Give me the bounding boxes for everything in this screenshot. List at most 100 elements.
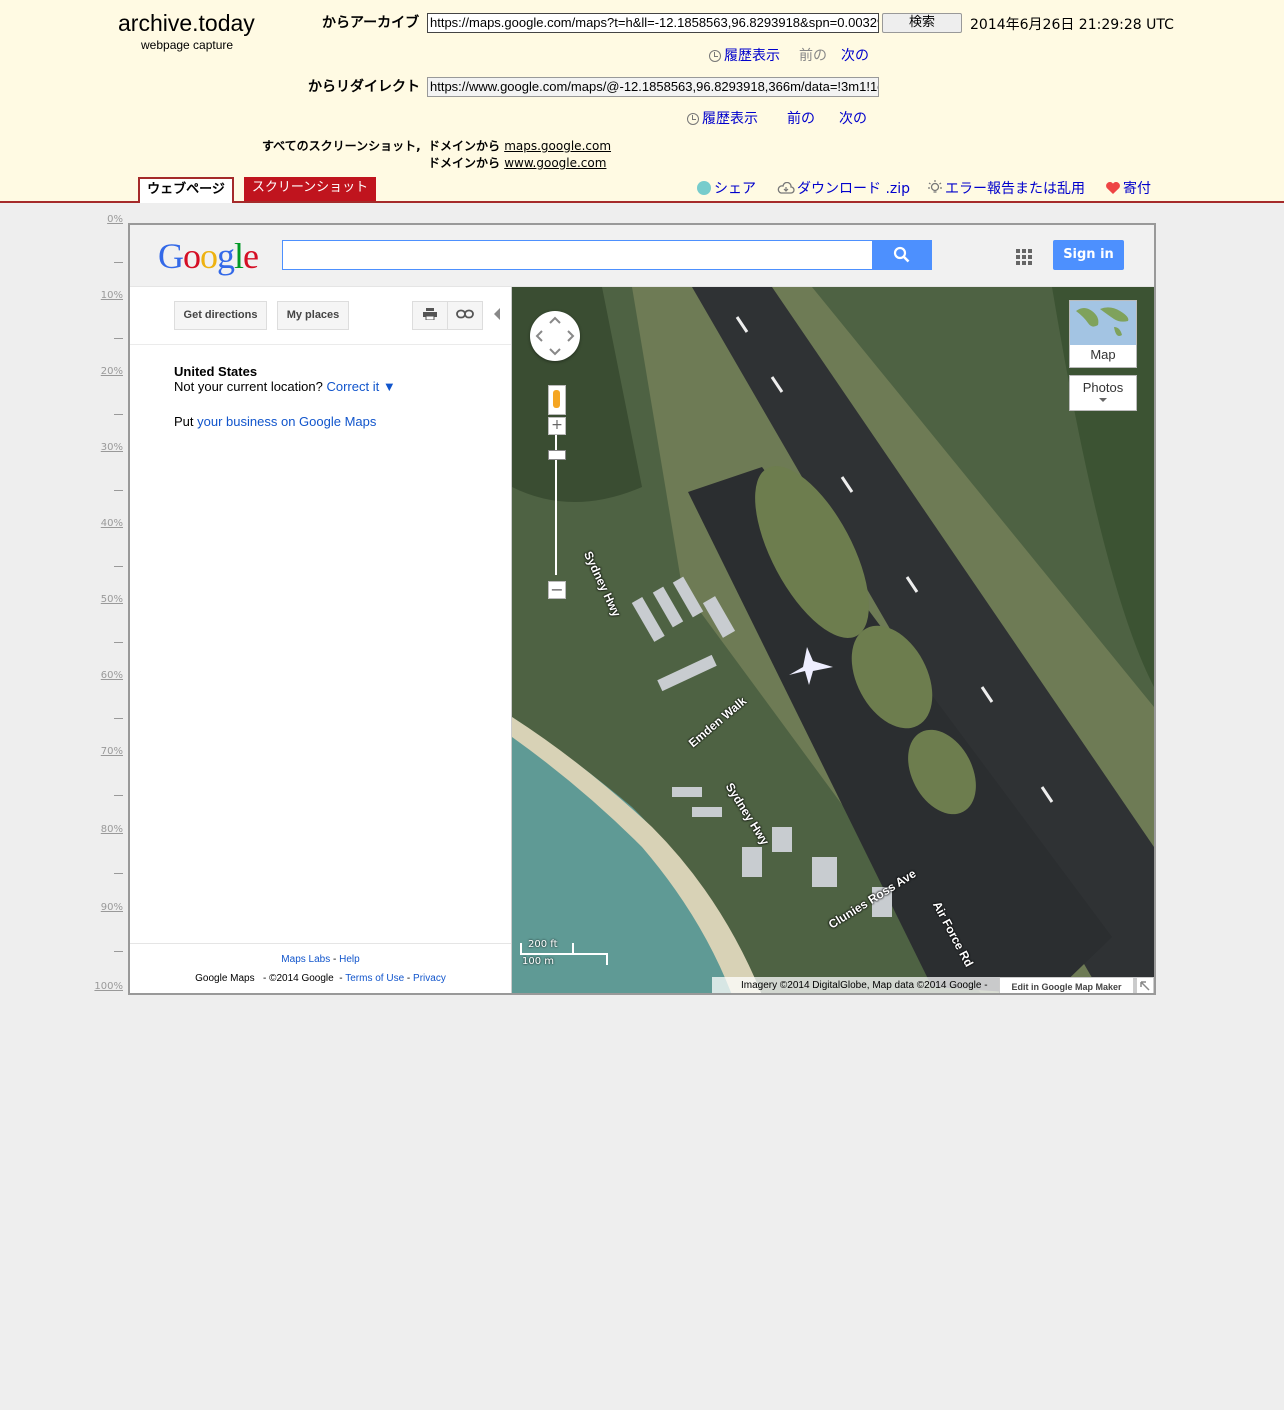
print-icon bbox=[423, 308, 437, 321]
zoom-out-button[interactable]: − bbox=[548, 581, 566, 599]
collapse-panel-icon[interactable] bbox=[494, 308, 500, 320]
archived-page-frame: Google Sign in Get directions My places … bbox=[128, 223, 1156, 995]
pan-control[interactable] bbox=[530, 311, 580, 361]
redirect-url-input[interactable]: https://www.google.com/maps/@-12.1858563… bbox=[427, 77, 879, 97]
footer-row-1: Maps Labs - Help bbox=[130, 954, 511, 965]
share-label: シェア bbox=[714, 181, 756, 197]
imagery-attribution: Imagery ©2014 DigitalGlobe, Map data ©20… bbox=[741, 980, 988, 991]
satellite-map[interactable]: Sydney Hwy Emden Walk Sydney Hwy Clunies… bbox=[512, 287, 1154, 993]
get-directions-button[interactable]: Get directions bbox=[174, 301, 267, 330]
zoom-slider-handle[interactable] bbox=[548, 450, 566, 460]
tab-screenshot[interactable]: スクリーンショット bbox=[244, 177, 376, 201]
archive-logo[interactable]: archive.today bbox=[118, 10, 255, 37]
ruler-80[interactable]: 80% bbox=[101, 824, 123, 835]
ruler-30[interactable]: 30% bbox=[101, 442, 123, 453]
not-location-text: Not your current location? bbox=[174, 379, 323, 394]
maps-sidebar: Get directions My places United States N… bbox=[130, 287, 512, 993]
prev-link-1: 前の bbox=[799, 48, 827, 64]
redirect-from-label: からリダイレクト bbox=[308, 79, 420, 95]
google-maps-label: Google Maps bbox=[195, 973, 255, 984]
country-label: United States bbox=[174, 364, 258, 379]
pegman-icon[interactable] bbox=[548, 385, 566, 415]
donate-label: 寄付 bbox=[1123, 181, 1151, 197]
ruler-0[interactable]: 0% bbox=[107, 214, 123, 225]
edit-in-map-maker-button[interactable]: Edit in Google Map Maker bbox=[999, 977, 1134, 993]
print-button[interactable] bbox=[412, 301, 448, 330]
sidebar-divider bbox=[130, 344, 511, 345]
ruler-90[interactable]: 90% bbox=[101, 902, 123, 913]
all-screenshots-label: すべてのスクリーンショット, bbox=[262, 139, 421, 153]
report-link[interactable]: エラー報告または乱用 bbox=[927, 178, 1085, 198]
terms-link[interactable]: Terms of Use bbox=[345, 973, 404, 984]
share-link[interactable]: シェア bbox=[697, 178, 756, 198]
photos-label: Photos bbox=[1082, 380, 1124, 395]
photos-button[interactable]: Photos bbox=[1069, 375, 1137, 411]
separator: - bbox=[339, 973, 343, 984]
ruler-60[interactable]: 60% bbox=[101, 670, 123, 681]
search-button[interactable]: 検索 bbox=[882, 13, 962, 33]
business-notice: Put your business on Google Maps bbox=[174, 414, 376, 429]
ruler-tick bbox=[114, 873, 123, 874]
scale-ft-label: 200 ft bbox=[528, 939, 558, 950]
expand-corner-icon[interactable] bbox=[1136, 977, 1154, 993]
domain-row-1: ドメインから maps.google.com bbox=[428, 137, 611, 154]
separator: - bbox=[406, 973, 411, 984]
next-link-1[interactable]: 次の bbox=[841, 45, 869, 65]
satellite-imagery bbox=[512, 287, 1154, 993]
tab-webpage[interactable]: ウェブページ bbox=[138, 177, 234, 203]
map-type-map-button[interactable]: Map bbox=[1069, 300, 1137, 368]
ruler-tick bbox=[114, 566, 123, 567]
lightbulb-icon bbox=[928, 180, 942, 193]
download-link[interactable]: ダウンロード .zip bbox=[777, 178, 910, 198]
scale-m-label: 100 m bbox=[522, 956, 555, 967]
maps-search-input[interactable] bbox=[282, 240, 873, 270]
domain-row-2: ドメインから www.google.com bbox=[428, 154, 606, 171]
google-logo[interactable]: Google bbox=[158, 235, 259, 277]
donate-link[interactable]: 寄付 bbox=[1105, 178, 1151, 198]
domain-link-maps[interactable]: maps.google.com bbox=[504, 139, 611, 153]
archive-url-input[interactable]: https://maps.google.com/maps?t=h&ll=-12.… bbox=[427, 13, 879, 33]
history-label: 履歴表示 bbox=[702, 111, 758, 127]
maps-search-button[interactable] bbox=[872, 240, 932, 270]
business-link[interactable]: your business on Google Maps bbox=[197, 414, 376, 429]
map-button-label: Map bbox=[1090, 347, 1116, 362]
ruler-20[interactable]: 20% bbox=[101, 366, 123, 377]
prev-link-2[interactable]: 前の bbox=[787, 108, 815, 128]
ruler-tick bbox=[114, 490, 123, 491]
chevron-down-icon bbox=[1099, 398, 1107, 402]
history-link-2[interactable]: 履歴表示 bbox=[687, 108, 758, 128]
next-link-2[interactable]: 次の bbox=[839, 108, 867, 128]
ruler-100[interactable]: 100% bbox=[94, 981, 123, 992]
report-label: エラー報告または乱用 bbox=[945, 181, 1085, 197]
world-map-icon bbox=[1070, 301, 1136, 345]
apps-grid-icon[interactable] bbox=[1016, 249, 1032, 265]
sign-in-button[interactable]: Sign in bbox=[1053, 240, 1124, 270]
archive-from-label: からアーカイブ bbox=[322, 15, 420, 31]
zoom-in-button[interactable]: + bbox=[548, 417, 566, 435]
my-places-button[interactable]: My places bbox=[277, 301, 349, 330]
download-label: ダウンロード .zip bbox=[797, 181, 911, 197]
ruler-70[interactable]: 70% bbox=[101, 746, 123, 757]
ruler-10[interactable]: 10% bbox=[101, 290, 123, 301]
share-icon bbox=[697, 181, 711, 195]
clock-icon bbox=[709, 50, 721, 62]
domain-link-www[interactable]: www.google.com bbox=[504, 156, 606, 170]
archive-logo-subtitle: webpage capture bbox=[141, 38, 234, 52]
archive-header: archive.today webpage capture からアーカイブ ht… bbox=[0, 0, 1284, 203]
separator: - bbox=[333, 954, 337, 965]
ruler-40[interactable]: 40% bbox=[101, 518, 123, 529]
ruler-tick bbox=[114, 414, 123, 415]
privacy-link[interactable]: Privacy bbox=[413, 973, 446, 984]
link-button[interactable] bbox=[447, 301, 483, 330]
maps-labs-link[interactable]: Maps Labs bbox=[281, 954, 330, 965]
ruler-50[interactable]: 50% bbox=[101, 594, 123, 605]
ruler-tick bbox=[114, 795, 123, 796]
search-icon bbox=[893, 246, 910, 263]
correct-it-link[interactable]: Correct it ▼ bbox=[326, 379, 395, 394]
footer-divider bbox=[130, 943, 511, 944]
help-link[interactable]: Help bbox=[339, 954, 360, 965]
history-link-1[interactable]: 履歴表示 bbox=[709, 45, 780, 65]
heart-icon bbox=[1106, 182, 1120, 194]
ruler-tick bbox=[114, 338, 123, 339]
link-icon bbox=[456, 309, 474, 319]
